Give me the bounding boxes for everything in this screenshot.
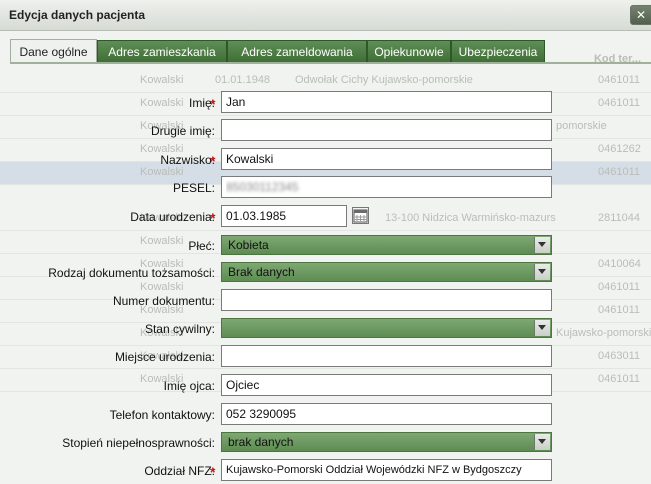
pesel-input[interactable] xyxy=(221,176,552,198)
tab-strip-divider xyxy=(10,62,651,64)
required-asterisk-icon: * xyxy=(210,153,216,169)
tab-opiekunowie[interactable]: Opiekunowie xyxy=(367,40,451,62)
label-oddzial-nfz: Oddział NFZ: xyxy=(144,464,215,478)
required-asterisk-icon: * xyxy=(210,464,216,480)
label-drugie-imie: Drugie imię: xyxy=(150,124,215,138)
label-stan-cywilny: Stan cywilny: xyxy=(144,322,215,336)
label-telefon: Telefon kontaktowy: xyxy=(109,408,215,422)
label-miejsce-urodzenia: Miejsce urodzenia: xyxy=(114,350,215,364)
label-pesel: PESEL: xyxy=(172,181,215,195)
data-urodzenia-input[interactable] xyxy=(221,205,347,227)
miejsce-urodzenia-input[interactable] xyxy=(221,345,552,367)
chevron-down-icon[interactable] xyxy=(534,264,550,280)
label-numer-dokumentu: Numer dokumentu: xyxy=(112,294,215,308)
window-titlebar[interactable]: Edycja danych pacjenta ✕ xyxy=(0,0,651,31)
label-imie-ojca: Imię ojca: xyxy=(163,379,215,393)
rodzaj-dokumentu-select[interactable]: Brak danych xyxy=(221,262,552,282)
label-rodzaj-dokumentu: Rodzaj dokumentu tożsamości: xyxy=(48,266,215,280)
chevron-down-icon[interactable] xyxy=(534,320,550,336)
tab-adres-zameldowania[interactable]: Adres zameldowania xyxy=(227,40,367,62)
tab-dane-ogolne[interactable]: Dane ogólne xyxy=(10,39,97,63)
calendar-icon xyxy=(353,209,368,223)
label-data-urodzenia: Data urodzenia: xyxy=(130,210,215,224)
window-title: Edycja danych pacjenta xyxy=(9,8,146,22)
label-plec: Płeć: xyxy=(188,239,215,253)
label-stopien-niepelnosprawnosci: Stopień niepełnosprawności: xyxy=(62,436,215,450)
chevron-down-icon[interactable] xyxy=(534,237,550,253)
telefon-input[interactable] xyxy=(221,403,552,425)
label-nazwisko: Nazwisko: xyxy=(160,153,215,167)
stopien-niepelnosprawnosci-select[interactable]: brak danych xyxy=(221,432,552,452)
close-icon: ✕ xyxy=(635,8,647,22)
required-asterisk-icon: * xyxy=(210,210,216,226)
required-asterisk-icon: * xyxy=(210,96,216,112)
edit-patient-window: Edycja danych pacjenta ✕ Dane ogólne Adr… xyxy=(0,0,651,484)
oddzial-nfz-input[interactable] xyxy=(221,459,552,481)
plec-select[interactable]: Kobieta xyxy=(221,235,552,255)
calendar-button[interactable] xyxy=(352,207,369,224)
stopien-value: brak danych xyxy=(228,435,294,449)
tab-ubezpieczenia[interactable]: Ubezpieczenia xyxy=(451,40,545,62)
nazwisko-input[interactable] xyxy=(221,148,552,170)
close-button[interactable]: ✕ xyxy=(630,5,651,25)
imie-input[interactable] xyxy=(221,91,552,113)
chevron-down-icon[interactable] xyxy=(534,434,550,450)
stan-cywilny-select[interactable] xyxy=(221,318,552,338)
numer-dokumentu-input[interactable] xyxy=(221,289,552,311)
plec-value: Kobieta xyxy=(228,238,269,252)
imie-ojca-input[interactable] xyxy=(221,374,552,396)
rodzaj-dokumentu-value: Brak danych xyxy=(228,265,295,279)
drugie-imie-input[interactable] xyxy=(221,119,552,141)
tab-adres-zamieszkania[interactable]: Adres zamieszkania xyxy=(97,40,227,62)
